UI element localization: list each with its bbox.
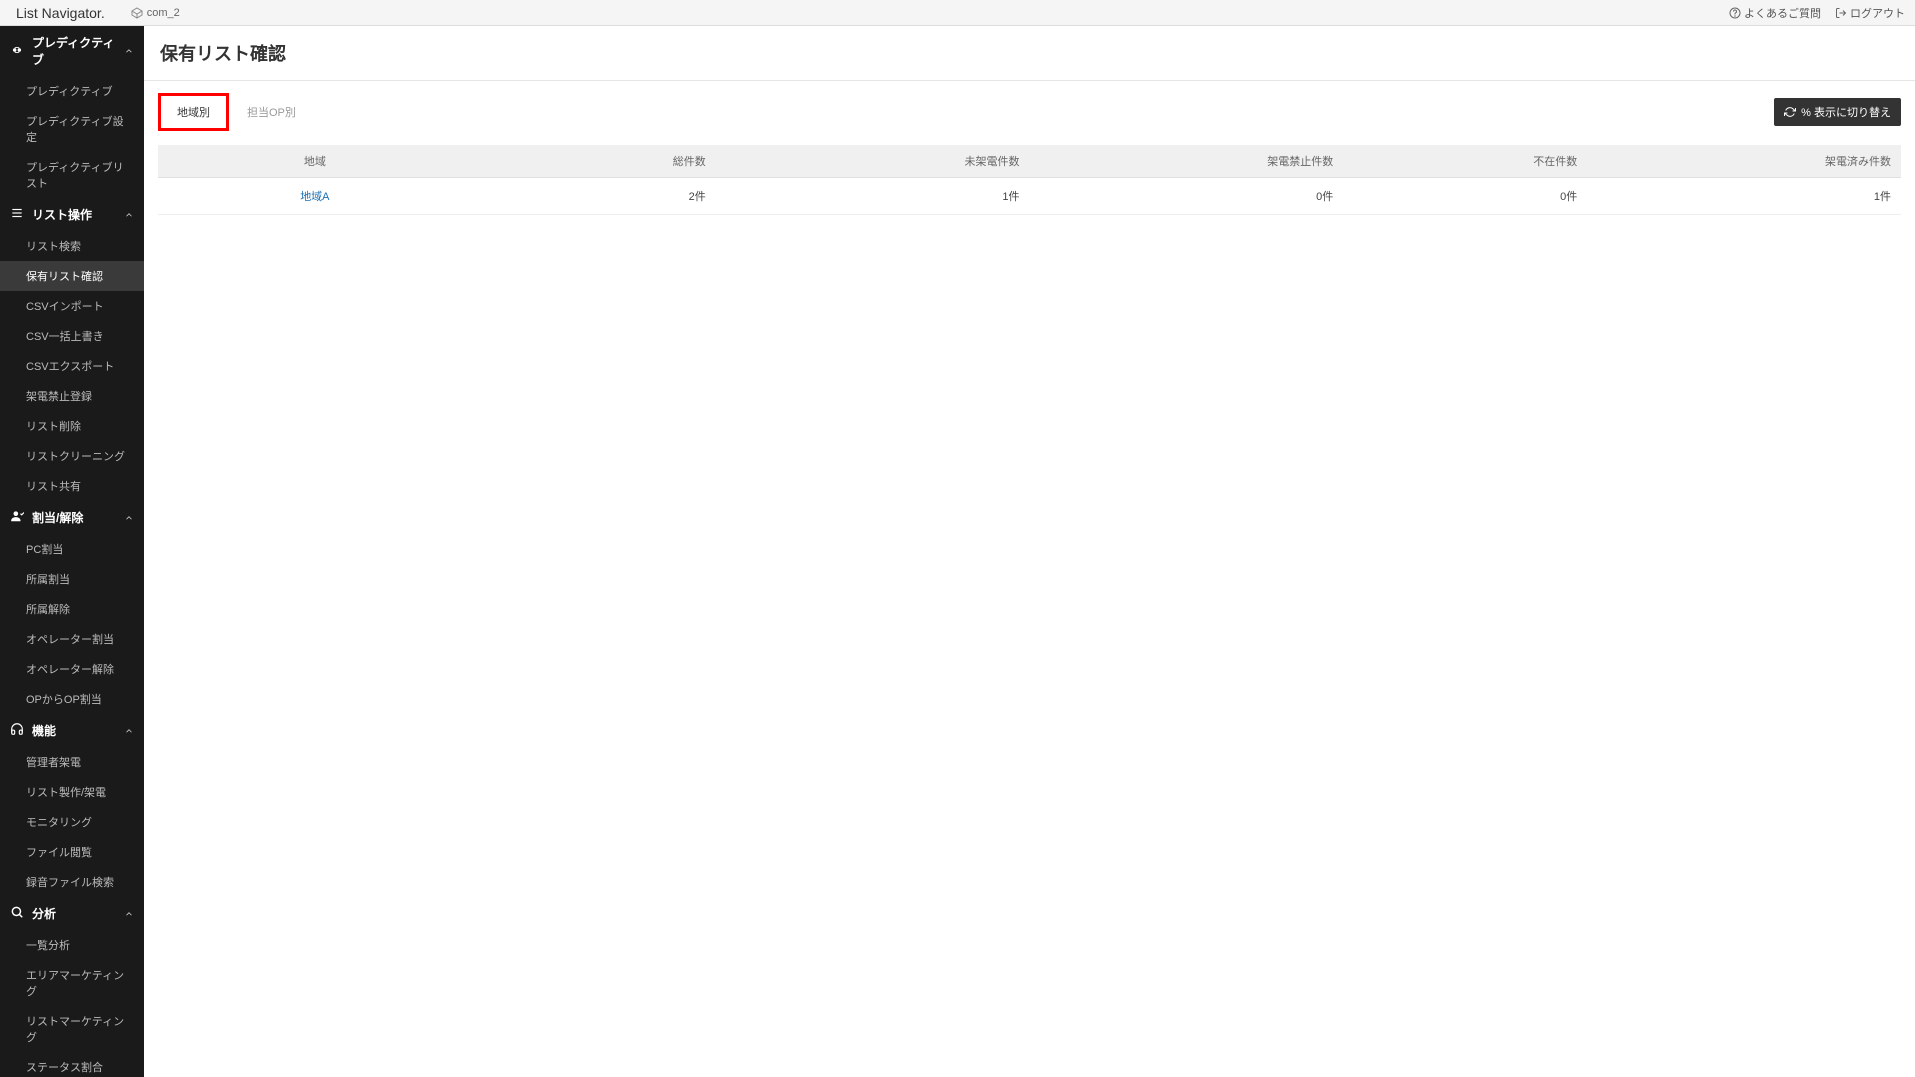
sidebar-item[interactable]: リスト検索 bbox=[0, 231, 144, 261]
nav-group-icon bbox=[10, 509, 24, 526]
sidebar-item[interactable]: PC割当 bbox=[0, 534, 144, 564]
table-body: 地域A 2件 1件 0件 0件 1件 bbox=[158, 178, 1901, 215]
table-header-cell: 未架電件数 bbox=[716, 145, 1030, 178]
logo: List Navigator. bbox=[10, 5, 111, 21]
company-indicator[interactable]: com_2 bbox=[131, 7, 180, 19]
table-header-cell: 地域 bbox=[158, 145, 472, 178]
sidebar-item[interactable]: リスト製作/架電 bbox=[0, 777, 144, 807]
sidebar-item[interactable]: エリアマーケティング bbox=[0, 960, 144, 1006]
cube-icon bbox=[131, 7, 143, 19]
sidebar-item[interactable]: 録音ファイル検索 bbox=[0, 867, 144, 897]
nav-group-icon bbox=[10, 722, 24, 739]
logout-label: ログアウト bbox=[1850, 5, 1905, 21]
sidebar-item[interactable]: リストマーケティング bbox=[0, 1006, 144, 1052]
sidebar-item[interactable]: オペレーター割当 bbox=[0, 624, 144, 654]
nav-group-icon bbox=[10, 905, 24, 922]
absent-cell: 0件 bbox=[1343, 178, 1587, 215]
chevron-up-icon bbox=[124, 210, 134, 220]
data-table: 地域総件数未架電件数架電禁止件数不在件数架電済み件数 地域A 2件 1件 0件 … bbox=[158, 145, 1901, 215]
tab[interactable]: 地域別 bbox=[158, 93, 229, 131]
sidebar-item[interactable]: CSVインポート bbox=[0, 291, 144, 321]
sidebar: プレディクティブプレディクティブプレディクティブ設定プレディクティブリストリスト… bbox=[0, 26, 144, 1077]
company-name: com_2 bbox=[147, 7, 180, 19]
nav-group-icon bbox=[10, 43, 24, 60]
banned-cell: 0件 bbox=[1029, 178, 1343, 215]
called-cell: 1件 bbox=[1587, 178, 1901, 215]
table-header-cell: 総件数 bbox=[472, 145, 716, 178]
switch-button-label: % 表示に切り替え bbox=[1801, 104, 1891, 120]
sidebar-item[interactable]: モニタリング bbox=[0, 807, 144, 837]
chevron-up-icon bbox=[124, 46, 134, 56]
nav-group-header[interactable]: 分析 bbox=[0, 897, 144, 930]
topbar-left: List Navigator. com_2 bbox=[10, 5, 180, 21]
table-header-cell: 架電済み件数 bbox=[1587, 145, 1901, 178]
notcalled-cell: 1件 bbox=[716, 178, 1030, 215]
main-content: 保有リスト確認 地域別担当OP別 % 表示に切り替え 地域総件数未架電件数架電禁… bbox=[144, 26, 1915, 1077]
nav-group-header[interactable]: リスト操作 bbox=[0, 198, 144, 231]
sidebar-item[interactable]: 保有リスト確認 bbox=[0, 261, 144, 291]
sidebar-item[interactable]: プレディクティブ bbox=[0, 76, 144, 106]
topbar: List Navigator. com_2 よくあるご質問 ログアウト bbox=[0, 0, 1915, 26]
nav-group-label: プレディクティブ bbox=[32, 34, 124, 68]
chevron-up-icon bbox=[124, 909, 134, 919]
sidebar-item[interactable]: CSVエクスポート bbox=[0, 351, 144, 381]
sidebar-item[interactable]: リストクリーニング bbox=[0, 441, 144, 471]
region-link[interactable]: 地域A bbox=[300, 191, 329, 203]
sidebar-item[interactable]: ステータス割合 bbox=[0, 1052, 144, 1077]
sidebar-item[interactable]: プレディクティブ設定 bbox=[0, 106, 144, 152]
sidebar-item[interactable]: 所属割当 bbox=[0, 564, 144, 594]
switch-display-button[interactable]: % 表示に切り替え bbox=[1774, 98, 1901, 126]
sidebar-item[interactable]: 架電禁止登録 bbox=[0, 381, 144, 411]
nav-group-header[interactable]: 機能 bbox=[0, 714, 144, 747]
sidebar-item[interactable]: リスト削除 bbox=[0, 411, 144, 441]
nav-group-label: 割当/解除 bbox=[32, 509, 83, 526]
logout-icon bbox=[1835, 7, 1847, 19]
topbar-right: よくあるご質問 ログアウト bbox=[1729, 5, 1905, 21]
faq-link[interactable]: よくあるご質問 bbox=[1729, 5, 1821, 21]
sidebar-item[interactable]: 管理者架電 bbox=[0, 747, 144, 777]
nav-group-label: 機能 bbox=[32, 722, 56, 739]
nav-group-label: 分析 bbox=[32, 905, 56, 922]
chevron-up-icon bbox=[124, 726, 134, 736]
region-cell: 地域A bbox=[158, 178, 472, 215]
sidebar-item[interactable]: プレディクティブリスト bbox=[0, 152, 144, 198]
page-title: 保有リスト確認 bbox=[144, 26, 1915, 81]
question-icon bbox=[1729, 7, 1741, 19]
tab-row: 地域別担当OP別 % 表示に切り替え bbox=[158, 93, 1901, 131]
table-head: 地域総件数未架電件数架電禁止件数不在件数架電済み件数 bbox=[158, 145, 1901, 178]
sidebar-item[interactable]: 所属解除 bbox=[0, 594, 144, 624]
nav-group-header[interactable]: プレディクティブ bbox=[0, 26, 144, 76]
sidebar-item[interactable]: リスト共有 bbox=[0, 471, 144, 501]
refresh-icon bbox=[1784, 106, 1796, 118]
table-row: 地域A 2件 1件 0件 0件 1件 bbox=[158, 178, 1901, 215]
sidebar-item[interactable]: オペレーター解除 bbox=[0, 654, 144, 684]
nav-group-header[interactable]: 割当/解除 bbox=[0, 501, 144, 534]
table-header-cell: 不在件数 bbox=[1343, 145, 1587, 178]
nav-group-label: リスト操作 bbox=[32, 206, 92, 223]
layout: プレディクティブプレディクティブプレディクティブ設定プレディクティブリストリスト… bbox=[0, 26, 1915, 1077]
sidebar-item[interactable]: ファイル閲覧 bbox=[0, 837, 144, 867]
chevron-up-icon bbox=[124, 513, 134, 523]
sidebar-item[interactable]: CSV一括上書き bbox=[0, 321, 144, 351]
table-header-cell: 架電禁止件数 bbox=[1029, 145, 1343, 178]
tab[interactable]: 担当OP別 bbox=[229, 94, 314, 130]
sidebar-item[interactable]: 一覧分析 bbox=[0, 930, 144, 960]
content-area: 地域別担当OP別 % 表示に切り替え 地域総件数未架電件数架電禁止件数不在件数架… bbox=[144, 81, 1915, 227]
tabs: 地域別担当OP別 bbox=[158, 93, 314, 131]
faq-label: よくあるご質問 bbox=[1744, 5, 1821, 21]
sidebar-item[interactable]: OPからOP割当 bbox=[0, 684, 144, 714]
logout-link[interactable]: ログアウト bbox=[1835, 5, 1905, 21]
nav-group-icon bbox=[10, 206, 24, 223]
total-cell: 2件 bbox=[472, 178, 716, 215]
